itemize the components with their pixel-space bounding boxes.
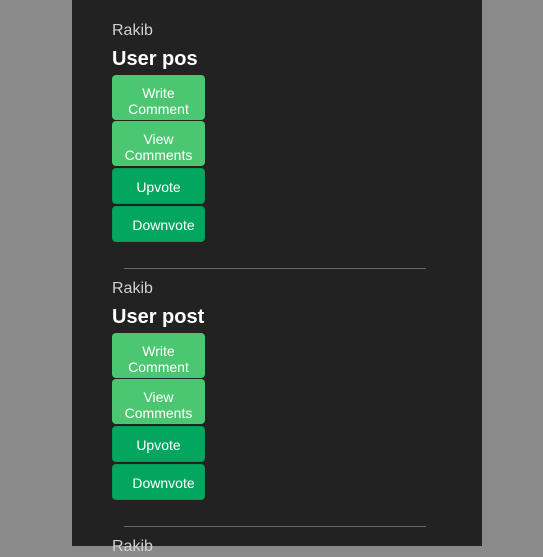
post-divider xyxy=(124,526,426,527)
post-card: Rakib User post Write Comment View Comme… xyxy=(112,279,432,501)
view-comments-button[interactable]: View Comments xyxy=(112,121,205,166)
post-card: Rakib xyxy=(112,537,432,557)
upvote-button[interactable]: Upvote xyxy=(112,426,205,462)
post-author: Rakib xyxy=(112,22,153,39)
downvote-button[interactable]: Downvote xyxy=(112,206,205,242)
post-divider xyxy=(124,268,426,269)
feed-panel: Rakib User pos Write Comment View Commen… xyxy=(72,0,482,555)
write-comment-button[interactable]: Write Comment xyxy=(112,333,205,378)
post-title: User post xyxy=(112,306,205,328)
upvote-button[interactable]: Upvote xyxy=(112,168,205,204)
view-comments-button[interactable]: View Comments xyxy=(112,379,205,424)
post-title: User pos xyxy=(112,48,198,70)
post-card: Rakib User pos Write Comment View Commen… xyxy=(112,21,432,243)
post-author: Rakib xyxy=(112,280,153,297)
post-author: Rakib xyxy=(112,538,153,555)
downvote-button[interactable]: Downvote xyxy=(112,464,205,500)
write-comment-button[interactable]: Write Comment xyxy=(112,75,205,120)
